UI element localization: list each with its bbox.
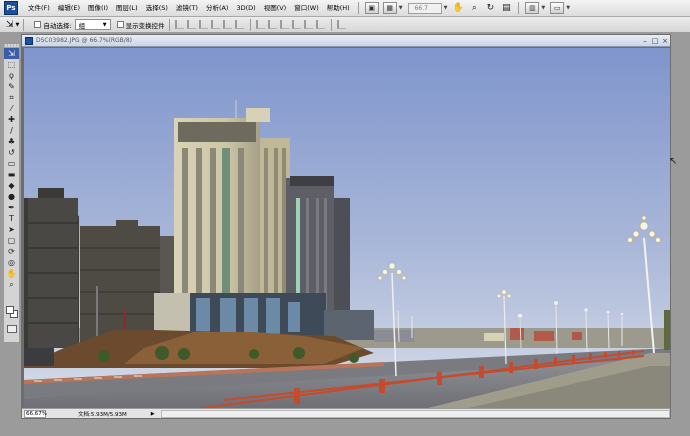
chevron-down-icon[interactable]: ▼ <box>541 5 545 11</box>
document-size-info: 文档:5.93M/5.93M <box>78 411 127 418</box>
show-transform-checkbox[interactable] <box>116 21 124 28</box>
document-window: DSC03982.JPG @ 66.7%(RGB/8) – □ × 66.67%… <box>21 34 671 419</box>
type-tool-icon[interactable]: T <box>4 213 19 224</box>
menu-image[interactable]: 图像(I) <box>84 0 112 17</box>
document-icon <box>25 36 33 45</box>
move-tool-preset[interactable]: ⇲ ▼ <box>6 20 19 30</box>
gradient-tool-icon[interactable]: ▬ <box>4 169 19 180</box>
tools-panel: ⇲ ⬚ ϙ ✎ ⌗ ⁄ ✚ ∕ ♣ ↺ ▭ ▬ ◆ ● ✒ T ➤ ▢ ⟳ ◎ … <box>3 43 20 343</box>
move-tool-icon[interactable]: ⇲ <box>4 48 19 59</box>
marquee-tool-icon[interactable]: ⬚ <box>4 59 19 70</box>
screen-mode-icon[interactable]: ▭ <box>550 2 565 14</box>
auto-select-checkbox[interactable] <box>34 21 42 28</box>
align-hcenter-icon[interactable] <box>223 20 233 29</box>
menu-edit[interactable]: 编辑(E) <box>54 0 84 17</box>
status-menu-arrow-icon[interactable]: ▶ <box>151 411 155 417</box>
auto-select-dropdown[interactable]: 组 ▼ <box>74 19 111 30</box>
separator <box>168 18 170 31</box>
horizontal-scrollbar[interactable] <box>160 409 670 418</box>
menu-bar: Ps 文件(F) 编辑(E) 图像(I) 图层(L) 选择(S) 滤镜(T) 分… <box>0 0 690 17</box>
lasso-tool-icon[interactable]: ϙ <box>4 70 19 81</box>
brush-tool-icon[interactable]: ∕ <box>4 125 19 136</box>
blur-tool-icon[interactable]: ◆ <box>4 180 19 191</box>
move-tool-icon: ⇲ <box>6 19 14 30</box>
separator <box>330 18 332 31</box>
distribute-right-icon[interactable] <box>316 20 326 29</box>
menu-layer[interactable]: 图层(L) <box>112 0 142 17</box>
view-extras-icon[interactable]: ▦ <box>382 2 397 14</box>
dodge-tool-icon[interactable]: ● <box>4 191 19 202</box>
hand-tool-icon[interactable]: ✋ <box>452 2 464 14</box>
bridge-launch-icon[interactable]: ▣ <box>364 2 379 14</box>
chevron-down-icon: ▼ <box>15 21 20 28</box>
3d-orbit-tool-icon[interactable]: ◎ <box>4 257 19 268</box>
show-transform-label: 显示变换控件 <box>125 21 165 30</box>
status-bar: 66.67% 文档:5.93M/5.93M ▶ <box>22 408 670 418</box>
menu-select[interactable]: 选择(S) <box>142 0 172 17</box>
options-bar: ⇲ ▼ 自动选择: 组 ▼ 显示变换控件 <box>0 17 690 33</box>
menu-3d[interactable]: 3D(D) <box>232 0 259 17</box>
chevron-down-icon[interactable]: ▼ <box>566 5 570 11</box>
hand-tool-icon[interactable]: ✋ <box>4 268 19 279</box>
distribute-hcenter-icon[interactable] <box>304 20 314 29</box>
document-tab[interactable]: DSC03982.JPG @ 66.7%(RGB/8) – □ × <box>22 35 670 47</box>
quick-select-tool-icon[interactable]: ✎ <box>4 81 19 92</box>
distribute-top-icon[interactable] <box>256 20 266 29</box>
eyedropper-tool-icon[interactable]: ⁄ <box>4 103 19 114</box>
shape-tool-icon[interactable]: ▢ <box>4 235 19 246</box>
auto-align-layers-icon[interactable] <box>337 20 347 29</box>
zoom-tool-icon[interactable]: ⌕ <box>4 279 19 290</box>
auto-select-value: 组 <box>78 21 86 30</box>
chevron-down-icon[interactable]: ▼ <box>444 5 448 11</box>
zoom-level-field[interactable]: 66.7 <box>407 2 442 14</box>
separator <box>357 2 359 14</box>
menu-analysis[interactable]: 分析(A) <box>202 0 233 17</box>
eraser-tool-icon[interactable]: ▭ <box>4 158 19 169</box>
align-left-icon[interactable] <box>211 20 221 29</box>
rotate-view-icon[interactable]: ↻ <box>484 2 496 14</box>
3d-rotate-tool-icon[interactable]: ⟳ <box>4 246 19 257</box>
separator <box>23 18 25 31</box>
quick-mask-icon[interactable] <box>7 325 17 333</box>
chevron-down-icon[interactable]: ▼ <box>399 5 403 11</box>
image-canvas[interactable] <box>24 48 670 409</box>
menu-filter[interactable]: 滤镜(T) <box>172 0 202 17</box>
grid-icon[interactable]: ▤ <box>500 2 512 14</box>
crop-tool-icon[interactable]: ⌗ <box>4 92 19 103</box>
clone-stamp-tool-icon[interactable]: ♣ <box>4 136 19 147</box>
history-brush-tool-icon[interactable]: ↺ <box>4 147 19 158</box>
align-bottom-icon[interactable] <box>199 20 209 29</box>
distribute-left-icon[interactable] <box>292 20 302 29</box>
photoshop-logo: Ps <box>4 1 18 15</box>
menu-window[interactable]: 窗口(W) <box>290 0 323 17</box>
menu-file[interactable]: 文件(F) <box>24 0 54 17</box>
auto-select-label: 自动选择: <box>43 21 72 30</box>
document-title: DSC03982.JPG @ 66.7%(RGB/8) <box>36 37 132 44</box>
distribute-bottom-icon[interactable] <box>280 20 290 29</box>
menu-help[interactable]: 帮助(H) <box>323 0 354 17</box>
align-right-icon[interactable] <box>235 20 245 29</box>
arrange-documents-icon[interactable]: ▥ <box>525 2 540 14</box>
distribute-vcenter-icon[interactable] <box>268 20 278 29</box>
close-icon[interactable]: × <box>660 37 670 45</box>
minimize-icon[interactable]: – <box>640 37 650 45</box>
chevron-down-icon: ▼ <box>102 21 107 28</box>
zoom-percent-field[interactable]: 66.67% <box>24 409 47 418</box>
align-top-icon[interactable] <box>175 20 185 29</box>
separator <box>249 18 251 31</box>
mouse-cursor-icon: ↖ <box>669 156 678 167</box>
pen-tool-icon[interactable]: ✒ <box>4 202 19 213</box>
healing-brush-tool-icon[interactable]: ✚ <box>4 114 19 125</box>
path-select-tool-icon[interactable]: ➤ <box>4 224 19 235</box>
separator <box>518 2 520 14</box>
foreground-color-swatch[interactable] <box>6 306 14 314</box>
zoom-tool-icon[interactable]: ⌕ <box>468 2 480 14</box>
maximize-icon[interactable]: □ <box>650 37 660 45</box>
menu-view[interactable]: 视图(V) <box>260 0 291 17</box>
photo-street-scene <box>24 48 670 409</box>
align-vcenter-icon[interactable] <box>187 20 197 29</box>
